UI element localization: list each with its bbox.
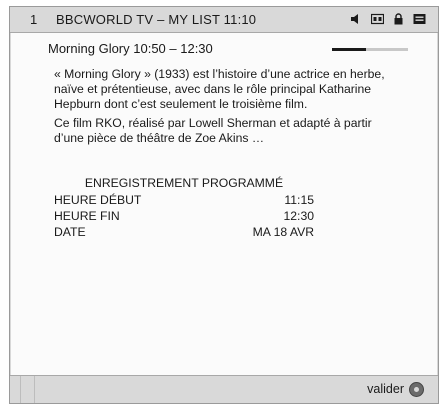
- teletext-icon: [413, 13, 426, 25]
- recording-row: DATE MA 18 AVR: [54, 224, 314, 240]
- program-progress-bar: [332, 48, 408, 51]
- speaker-icon: [350, 13, 363, 25]
- recording-value: MA 18 AVR: [252, 225, 314, 239]
- status-icons: [350, 13, 426, 25]
- channel-number: 1: [30, 12, 38, 27]
- recording-label: HEURE DÉBUT: [54, 193, 142, 207]
- program-progress-fill: [332, 48, 367, 51]
- header-bar: 1 BBCWORLD TV – MY LIST 11:10: [10, 7, 438, 33]
- recording-label: DATE: [54, 225, 86, 239]
- recording-label: HEURE FIN: [54, 209, 120, 223]
- recording-details: ENREGISTREMENT PROGRAMMÉ HEURE DÉBUT 11:…: [54, 175, 314, 240]
- channel-title: BBCWORLD TV – MY LIST 11:10: [56, 12, 257, 27]
- subtitles-icon: [371, 13, 384, 25]
- footer-divider: [34, 376, 35, 403]
- description-paragraph-1: « Morning Glory » (1933) est l’histoire …: [54, 67, 385, 111]
- tv-menu-window: 1 BBCWORLD TV – MY LIST 11:10 Morning Gl…: [9, 6, 439, 404]
- description-paragraph-2: Ce film RKO, réalisé par Lowell Sherman …: [54, 116, 372, 145]
- recording-value: 11:15: [284, 193, 314, 207]
- program-title-time: Morning Glory 10:50 – 12:30: [48, 41, 213, 56]
- lock-icon: [392, 13, 405, 25]
- validate-button-label[interactable]: valider: [367, 382, 404, 396]
- recording-value: 12:30: [283, 209, 315, 223]
- ok-button-icon[interactable]: [409, 382, 424, 397]
- recording-title: ENREGISTREMENT PROGRAMMÉ: [84, 176, 284, 190]
- program-description: « Morning Glory » (1933) est l’histoire …: [54, 67, 386, 150]
- footer-bar: valider: [10, 375, 438, 403]
- recording-row: HEURE DÉBUT 11:15: [54, 192, 314, 208]
- footer-divider: [20, 376, 21, 403]
- recording-row: HEURE FIN 12:30: [54, 208, 314, 224]
